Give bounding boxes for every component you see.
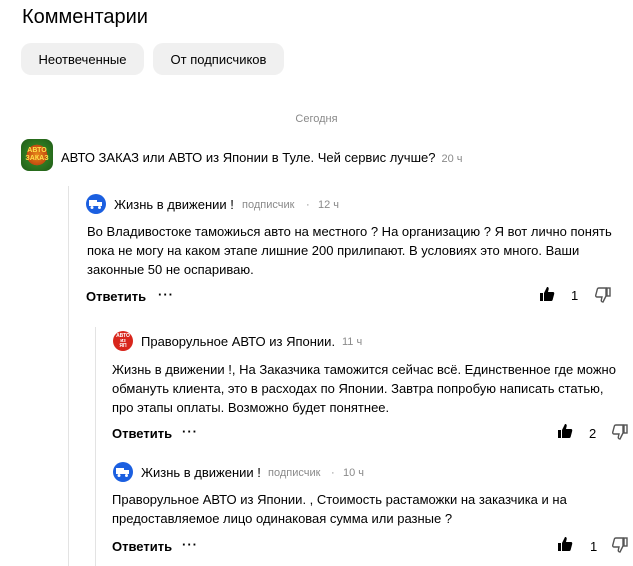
more-options-button[interactable]: ··· — [158, 287, 174, 302]
post-title-text: АВТО ЗАКАЗ или АВТО из Японии в Туле. Че… — [61, 150, 436, 165]
subscriber-badge: подписчик — [242, 199, 295, 211]
thumbs-down-icon[interactable] — [612, 537, 628, 553]
more-options-button[interactable]: ··· — [182, 424, 198, 439]
comment-text: Во Владивостоке таможиься авто на местно… — [87, 222, 617, 279]
subscriber-badge: подписчик — [268, 467, 321, 479]
post-thumbnail[interactable]: АВТО ЗАКАЗ — [21, 139, 53, 171]
comment-line: про этапы оплаты. Возможно будет понятне… — [112, 400, 390, 415]
comment-line: обмануть клиента, это в расходах по Япон… — [112, 381, 604, 396]
post-title[interactable]: АВТО ЗАКАЗ или АВТО из Японии в Туле. Че… — [61, 150, 463, 165]
comment-author[interactable]: Праворульное АВТО из Японии. — [141, 334, 335, 349]
page-title: Комментарии — [22, 6, 148, 28]
thumbs-down-icon[interactable] — [595, 287, 611, 303]
comment-time: 10 ч — [343, 467, 365, 479]
truck-icon — [116, 468, 129, 477]
post-time: 20 ч — [441, 153, 463, 165]
comment-line: законные 50 не оспариваю. — [87, 262, 254, 277]
thumbs-up-icon[interactable] — [539, 286, 555, 302]
separator-dot: · — [306, 199, 310, 211]
comment-line: Во Владивостоке таможиься авто на местно… — [87, 224, 612, 239]
comment-line: предоставляемое лицо одинаковая сумма ил… — [112, 511, 453, 526]
filter-subscribers-button[interactable]: От подписчиков — [153, 43, 284, 75]
date-separator: Сегодня — [295, 113, 338, 125]
comment-line: Праворульное АВТО из Японии. , Стоимость… — [112, 492, 567, 507]
more-options-button[interactable]: ··· — [182, 537, 198, 552]
thumbs-up-icon[interactable] — [557, 536, 573, 552]
filter-unanswered-button[interactable]: Неотвеченные — [21, 43, 144, 75]
thumbs-down-icon[interactable] — [612, 424, 628, 440]
author-avatar[interactable]: АВТО из ЯП — [113, 331, 133, 351]
comment-text: Праворульное АВТО из Японии. , Стоимость… — [112, 490, 622, 528]
reply-button[interactable]: Ответить — [112, 539, 172, 554]
like-count: 1 — [590, 539, 598, 554]
thread-line — [68, 186, 69, 566]
truck-icon — [89, 200, 102, 209]
author-avatar[interactable] — [113, 462, 133, 482]
like-count: 2 — [589, 426, 597, 441]
comment-author[interactable]: Жизнь в движении ! — [114, 197, 234, 212]
like-count: 1 — [571, 288, 579, 303]
thumbs-up-icon[interactable] — [557, 423, 573, 439]
reply-button[interactable]: Ответить — [112, 426, 172, 441]
reply-button[interactable]: Ответить — [86, 289, 146, 304]
comment-time: 12 ч — [318, 199, 340, 211]
author-avatar[interactable] — [86, 194, 106, 214]
comment-text: Жизнь в движении !, На Заказчика таможит… — [112, 360, 622, 417]
separator-dot: · — [331, 467, 335, 479]
comment-line: Жизнь в движении !, На Заказчика таможит… — [112, 362, 616, 377]
thread-line-nested — [95, 327, 96, 566]
comment-time: 11 ч — [342, 336, 363, 348]
comment-line: пока не могу на каком этапе лишние 200 п… — [87, 243, 580, 258]
comment-author[interactable]: Жизнь в движении ! — [141, 465, 261, 480]
